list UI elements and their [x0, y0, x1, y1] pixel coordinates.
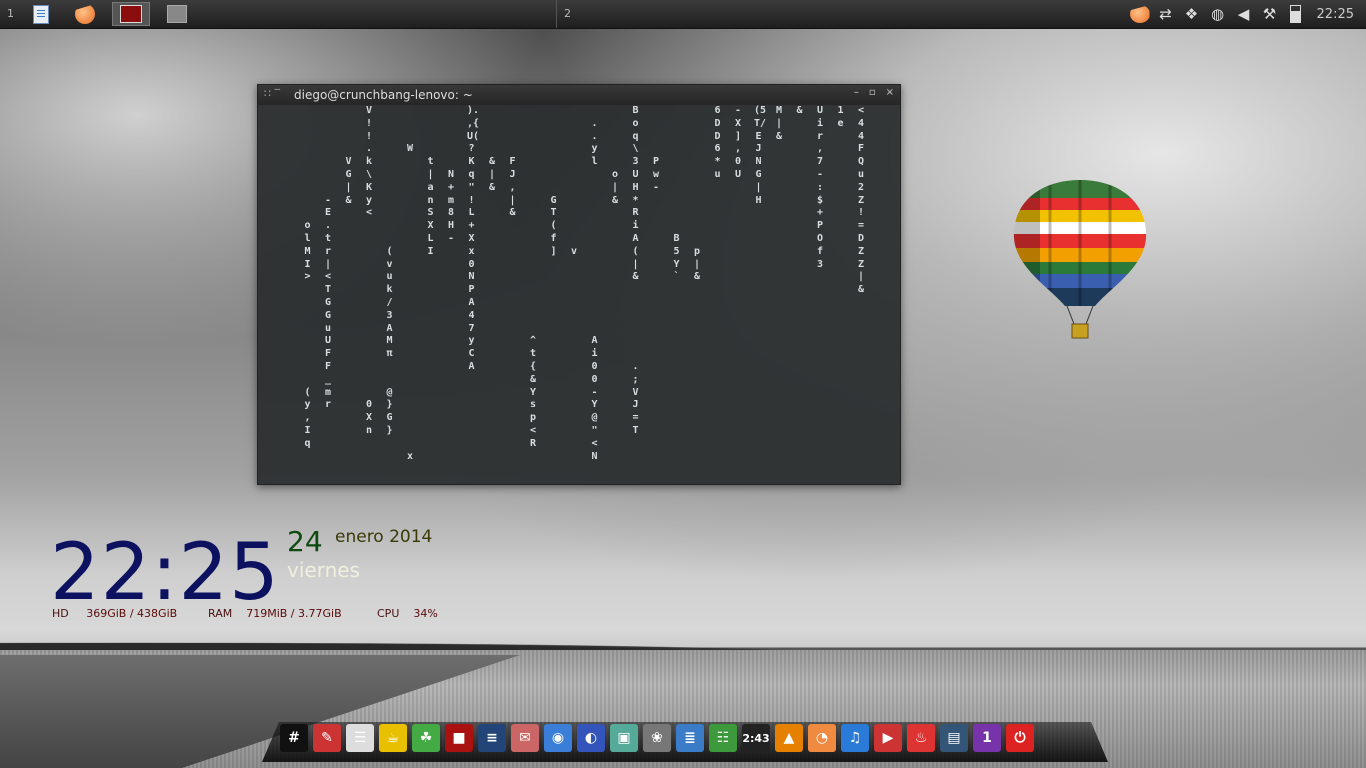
conky-time: 22:25 — [50, 528, 280, 618]
terminal-title: diego@crunchbang-lenovo: ~ — [294, 88, 473, 102]
battery-icon[interactable] — [1283, 0, 1309, 28]
conky-month-year: enero 2014 — [335, 527, 433, 547]
matrix-column: P w - — [652, 156, 660, 193]
minimize-icon[interactable]: – — [854, 87, 859, 98]
matrix-column: ( v u k / 3 A M π @ } G } — [386, 245, 393, 436]
dropbox-icon[interactable]: ❖ — [1179, 0, 1205, 28]
task-crunchbang[interactable] — [66, 2, 104, 26]
volume-icon[interactable]: ◀ — [1231, 0, 1257, 28]
file-cabinet-icon[interactable]: ☰ — [346, 724, 374, 752]
matrix-column: p | & — [693, 245, 701, 283]
task-terminal[interactable] — [112, 2, 150, 26]
crunchbang-icon[interactable]: ◔ — [808, 724, 836, 752]
image-viewer-icon[interactable]: ▣ — [610, 724, 638, 752]
task-document[interactable] — [22, 2, 60, 26]
chromium-icon[interactable]: ◉ — [544, 724, 572, 752]
network-sync-icon[interactable]: ⇄ — [1153, 0, 1179, 28]
matrix-column — [283, 105, 292, 425]
music-icon[interactable]: ♫ — [841, 724, 869, 752]
close-icon[interactable]: × — [886, 87, 894, 98]
gimp-icon[interactable]: ❀ — [643, 724, 671, 752]
maximize-icon[interactable]: ▫ — [869, 87, 876, 98]
text-editor-icon[interactable]: ✎ — [313, 724, 341, 752]
matrix-column: o | & — [611, 168, 619, 206]
power-icon[interactable]: ⏻ — [1006, 724, 1034, 752]
home-icon — [167, 5, 187, 23]
matrix-column: o l M I > ( y , I q — [304, 220, 311, 449]
media-player-icon[interactable]: ▶ — [874, 724, 902, 752]
matrix-column: U i r , 7 - : $ + P O f 3 — [816, 105, 824, 270]
document-icon — [33, 4, 49, 24]
tools-icon[interactable]: ⚒ — [1257, 0, 1283, 28]
matrix-column: G T ( f ] — [550, 194, 557, 257]
workspace-1-label[interactable]: 1 — [7, 7, 14, 20]
crunchbang-terminal-icon[interactable]: # — [280, 724, 308, 752]
fire-icon[interactable]: ♨ — [907, 724, 935, 752]
terminal-icon — [120, 5, 142, 23]
package-icon[interactable]: ✉ — [511, 724, 539, 752]
window-icon[interactable]: ▤ — [940, 724, 968, 752]
matrix-column: V ! ! . k \ K y < 0 X n — [365, 105, 373, 436]
globe-icon[interactable]: ◐ — [577, 724, 605, 752]
matrix-column: 6 D D 6 * u — [714, 105, 721, 180]
matrix-column: M | & — [775, 105, 783, 142]
top-panel: 1 2 ⇄ ❖ ◍ ◀ ⚒ 22:25 — [0, 0, 1366, 29]
document-icon[interactable]: ≣ — [676, 724, 704, 752]
vlc-icon[interactable]: ▲ — [775, 724, 803, 752]
matrix-column: 1 e — [837, 105, 844, 129]
matrix-column: ). ,{ U( ? K q " ! L + X x 0 N P A 4 7 y… — [467, 105, 480, 372]
panel-divider — [556, 0, 557, 28]
matrix-column: (5 T/ E J N G | H — [754, 105, 767, 206]
matrix-column: - E . t r | < T G G u U F F _ m r — [324, 194, 332, 411]
leaf-icon[interactable]: ☘ — [412, 724, 440, 752]
workspace-2-label[interactable]: 2 — [564, 7, 571, 20]
hot-air-balloon-image — [1013, 180, 1147, 339]
terminal-icon[interactable]: ■ — [445, 724, 473, 752]
calculator-icon[interactable]: ≡ — [478, 724, 506, 752]
ram-label: RAM — [208, 607, 233, 620]
matrix-column: & — [796, 105, 803, 116]
workspace-switcher-icon[interactable]: 1 — [973, 724, 1001, 752]
terminal-titlebar[interactable]: ∷ ‾ diego@crunchbang-lenovo: ~ – ▫ × — [258, 85, 900, 105]
matrix-column: < 4 4 F Q u 2 Z ! = D Z Z | & — [857, 105, 865, 296]
hd-value: 369GiB / 438GiB — [86, 607, 178, 620]
conky-hd-stat: HD 369GiB / 438GiB — [52, 607, 177, 620]
cpu-value: 34% — [413, 607, 438, 620]
crunchbang-icon[interactable] — [1127, 0, 1153, 28]
matrix-column: B 5 Y ` — [673, 232, 680, 283]
conky-cpu-stat: CPU 34% — [377, 607, 438, 620]
system-tray: ⇄ ❖ ◍ ◀ ⚒ 22:25 — [1127, 0, 1366, 28]
matrix-column: N + m 8 H - — [447, 168, 455, 244]
matrix-column: B o q \ 3 U H * R i A ( | & . ; V J = T — [632, 105, 639, 436]
ram-value: 719MiB / 3.77GiB — [246, 607, 342, 620]
timer-icon[interactable]: 2:43 — [742, 724, 770, 752]
matrix-column: - X ] , 0 U — [734, 105, 742, 180]
task-home[interactable] — [158, 2, 196, 26]
terminal-window[interactable]: ∷ ‾ diego@crunchbang-lenovo: ~ – ▫ × o l… — [257, 84, 901, 485]
crunchbang-icon — [75, 4, 95, 24]
conky-ram-stat: RAM 719MiB / 3.77GiB — [208, 607, 342, 620]
matrix-column: & | & — [488, 156, 496, 193]
teapot-icon[interactable]: ☕ — [379, 724, 407, 752]
matrix-column: . . y l A i 0 0 - Y @ " < N — [591, 117, 598, 462]
matrix-column: v — [570, 245, 578, 257]
matrix-column: t | a n S X L I — [427, 156, 434, 257]
conky-weekday: viernes — [287, 558, 360, 582]
dock-icons: # ✎ ☰ ☕ ☘ ■ ≡ ✉ ◉ ◐ ▣ ❀ ≣ ☷ 2:43 ▲ ◔ ♫ ▶ ♨ ▤ 1 ⏻ — [280, 724, 1034, 752]
hd-label: HD — [52, 607, 69, 620]
panel-clock[interactable]: 22:25 — [1317, 7, 1354, 22]
matrix-column: ^ t { & Y s p < R — [529, 335, 537, 449]
conky-day: 24 — [287, 525, 323, 558]
matrix-column: V G | & — [345, 156, 352, 206]
cpu-label: CPU — [377, 607, 400, 620]
matrix-column: W x — [406, 143, 414, 462]
spreadsheet-icon[interactable]: ☷ — [709, 724, 737, 752]
window-menu-icon[interactable]: ∷ ‾ — [264, 87, 280, 100]
matrix-column: F J , | & — [509, 156, 516, 219]
wifi-icon[interactable]: ◍ — [1205, 0, 1231, 28]
terminal-matrix-output[interactable]: o l M I > ( y , I q - E . t r | < T G G … — [258, 105, 900, 484]
